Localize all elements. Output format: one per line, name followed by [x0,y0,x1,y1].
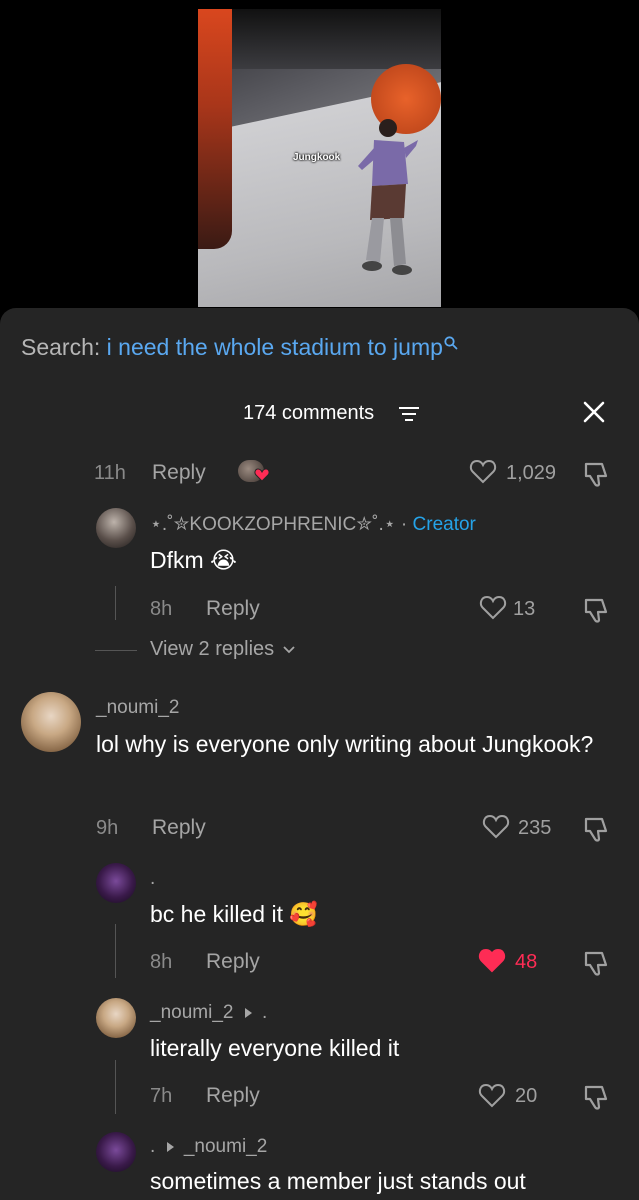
avatar[interactable] [96,863,136,903]
search-icon [444,336,458,350]
view-replies-line [95,650,137,651]
comment-time: 8h [150,598,173,620]
heart-badge-icon [254,468,270,482]
like-count: 235 [518,817,552,839]
video-crowd [198,9,232,249]
search-term[interactable]: i need the whole stadium to jump [107,334,443,360]
comment-time: 9h [96,817,119,839]
like-count: 48 [515,951,538,973]
avatar[interactable] [96,508,136,548]
video-dancer [358,119,418,275]
reply-arrow-icon [244,1007,252,1018]
username-text: ⋆.˚✮KOOKZOPHRENIC✮˚.⋆ [150,514,396,535]
dot-separator: · [400,514,413,535]
avatar[interactable] [21,692,81,752]
thread-line [115,586,116,620]
creator-badge: Creator [412,514,476,535]
reply-to-username[interactable]: _noumi_2 [184,1136,267,1157]
comment-username[interactable]: _noumi_2 . [150,1002,267,1024]
like-icon[interactable] [482,813,510,839]
search-suggestion[interactable]: Search: i need the whole stadium to jump [21,334,458,361]
reply-button[interactable]: Reply [206,950,260,974]
liked-heart-icon[interactable] [478,947,506,973]
like-icon[interactable] [478,1082,506,1108]
reply-to-username[interactable]: . [262,1002,267,1023]
username-text: . [150,1136,156,1157]
comment-text: sometimes a member just stands out [150,1168,526,1194]
comment-time: 11h [94,462,126,484]
comment-username[interactable]: ⋆.˚✮KOOKZOPHRENIC✮˚.⋆ · Creator [150,513,476,536]
reply-button[interactable]: Reply [206,1084,260,1108]
comments-count: 174 comments [243,402,375,424]
avatar[interactable] [96,998,136,1038]
like-count: 13 [513,598,536,620]
chevron-down-icon [283,646,295,653]
comments-header: 174 comments [0,400,639,430]
comment-text: literally everyone killed it [150,1035,400,1061]
search-label: Search: [21,334,101,360]
reply-button[interactable]: Reply [206,597,260,621]
creator-liked-avatar [238,458,272,486]
comment-time: 8h [150,951,173,973]
avatar[interactable] [96,1132,136,1172]
comment-text: Dfkm 😭 [150,547,237,573]
dislike-icon[interactable] [582,947,612,977]
dislike-icon[interactable] [582,813,612,843]
reply-arrow-icon [166,1141,174,1152]
video-background [228,9,441,69]
like-count: 20 [515,1085,538,1107]
reply-button[interactable]: Reply [152,461,206,485]
comment-username[interactable]: . [150,868,155,890]
thread-line [115,1060,116,1114]
comment-username[interactable]: _noumi_2 [96,697,179,719]
view-replies-label: View 2 replies [150,638,275,660]
thread-line [115,924,116,978]
dislike-icon[interactable] [582,458,612,488]
comment-text: lol why is everyone only writing about J… [96,731,594,757]
comments-sheet: Search: i need the whole stadium to jump… [0,308,639,1200]
dislike-icon[interactable] [582,1081,612,1111]
close-icon[interactable] [582,400,606,424]
video-frame[interactable]: Jungkook [198,9,441,307]
like-icon[interactable] [469,458,497,484]
comment-text: bc he killed it 🥰 [150,901,318,927]
video-preview[interactable]: Jungkook [0,0,639,310]
reply-button[interactable]: Reply [152,816,206,840]
username-text: _noumi_2 [150,1002,234,1023]
filter-icon[interactable] [398,404,420,424]
view-replies-button[interactable]: View 2 replies [150,638,296,661]
comment-username[interactable]: . _noumi_2 [150,1136,267,1158]
like-icon[interactable] [479,594,507,620]
like-count: 1,029 [506,462,557,484]
dislike-icon[interactable] [582,594,612,624]
comment-time: 7h [150,1085,173,1107]
video-tag: Jungkook [293,152,341,163]
